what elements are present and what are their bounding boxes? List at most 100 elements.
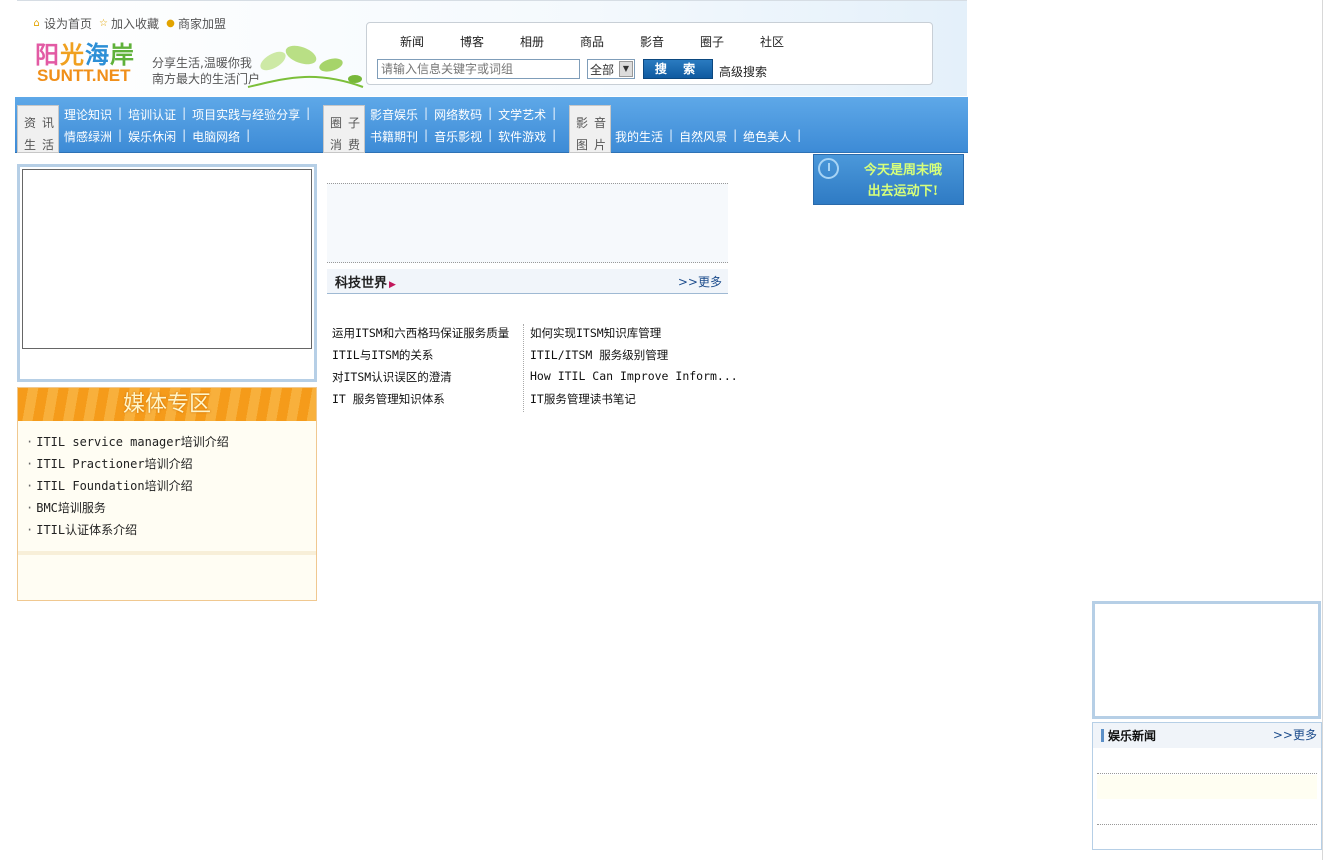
nav-separator: | xyxy=(424,128,429,142)
logo-chinese-mark: 阳光海岸 xyxy=(35,35,135,70)
search-input[interactable] xyxy=(377,59,580,79)
set-homepage-label: 设为首页 xyxy=(44,17,93,31)
triangle-right-icon: ▶ xyxy=(389,280,396,290)
nav-separator: | xyxy=(118,106,123,120)
tech-column-divider xyxy=(523,324,524,412)
site-header: ⌂ 设为首页 ☆ 加入收藏 ● 商家加盟 阳光海岸 SUNTT.NET 分享生活… xyxy=(17,0,967,96)
weekend-line-2: 出去运动下! xyxy=(867,184,939,199)
advanced-search-link[interactable]: 高级搜索 xyxy=(719,63,767,80)
nav-item-literature[interactable]: 文学艺术 xyxy=(498,106,546,123)
nav-item-beauty[interactable]: 绝色美人 xyxy=(743,128,791,145)
logo-char: 阳 xyxy=(35,40,60,69)
search-scope-value: 全部 xyxy=(590,62,615,77)
nav-item-projects[interactable]: 项目实践与经验分享 xyxy=(192,106,300,123)
logo-english: SUNTT.NET xyxy=(37,66,131,85)
nav-separator: | xyxy=(797,128,802,142)
nav-item-emotion[interactable]: 情感绿洲 xyxy=(64,128,112,145)
set-homepage-link[interactable]: ⌂ 设为首页 xyxy=(31,15,92,32)
nav-separator: | xyxy=(488,128,493,142)
tech-world-header: 科技世界 ▶ >>更多 xyxy=(327,269,728,294)
tech-world-title: 科技世界 ▶ xyxy=(335,272,396,291)
star-icon: ☆ xyxy=(99,18,108,29)
right-ad-frame[interactable] xyxy=(1092,601,1321,719)
left-ad-placeholder[interactable] xyxy=(22,169,312,349)
media-item[interactable]: ITIL Foundation培训介绍 xyxy=(26,477,316,499)
weekend-line-1: 今天是周末哦 xyxy=(863,163,942,178)
search-tab-blog[interactable]: 博客 xyxy=(459,33,485,50)
search-tab-community[interactable]: 社区 xyxy=(759,33,785,50)
merchant-join-link[interactable]: ● 商家加盟 xyxy=(165,15,226,32)
nav-label-char: 图 xyxy=(575,138,588,152)
tech-world-more-link[interactable]: >>更多 xyxy=(678,273,722,290)
tech-article-link[interactable]: 如何实现ITSM知识库管理 xyxy=(530,325,738,347)
add-favorite-link[interactable]: ☆ 加入收藏 xyxy=(98,15,159,32)
search-tab-news[interactable]: 新闻 xyxy=(399,33,425,50)
tech-article-link[interactable]: ITIL/ITSM 服务级别管理 xyxy=(530,347,738,369)
nav-separator: | xyxy=(118,128,123,142)
nav-label-char: 生 xyxy=(23,138,36,152)
tech-article-list-right: 如何实现ITSM知识库管理 ITIL/ITSM 服务级别管理 How ITIL … xyxy=(530,325,738,413)
nav-item-av[interactable]: 影音娱乐 xyxy=(370,106,418,123)
media-item[interactable]: ITIL认证体系介绍 xyxy=(26,521,316,543)
nav-label-char: 圈 xyxy=(329,116,342,130)
weekend-banner[interactable]: 今天是周末哦 出去运动下! xyxy=(813,154,964,205)
nav-label-char: 活 xyxy=(41,138,54,152)
nav-label-char: 子 xyxy=(347,116,360,130)
entertainment-news-more-link[interactable]: >>更多 xyxy=(1273,726,1317,743)
tech-article-link[interactable]: How ITIL Can Improve Inform... xyxy=(530,369,738,391)
nav-item-leisure[interactable]: 娱乐休闲 xyxy=(128,128,176,145)
media-zone-divider xyxy=(18,551,316,555)
tech-article-link[interactable]: 对ITSM认识误区的澄清 xyxy=(332,369,509,391)
home-icon: ⌂ xyxy=(33,18,40,29)
page: ⌂ 设为首页 ☆ 加入收藏 ● 商家加盟 阳光海岸 SUNTT.NET 分享生活… xyxy=(0,0,1325,860)
bar-marker-icon xyxy=(1101,729,1104,742)
search-tab-media[interactable]: 影音 xyxy=(639,33,665,50)
nav-item-training[interactable]: 培训认证 xyxy=(128,106,176,123)
nav-label-char: 片 xyxy=(593,138,606,152)
media-item[interactable]: ITIL service manager培训介绍 xyxy=(26,433,316,455)
nav-item-software[interactable]: 软件游戏 xyxy=(498,128,546,145)
nav-item-books[interactable]: 书籍期刊 xyxy=(370,128,418,145)
clock-icon xyxy=(818,158,839,179)
divider xyxy=(1097,824,1317,825)
search-tab-goods[interactable]: 商品 xyxy=(579,33,605,50)
weekend-text: 今天是周末哦 出去运动下! xyxy=(844,160,962,202)
tech-article-link[interactable]: IT 服务管理知识体系 xyxy=(332,391,509,413)
middle-ad-banner[interactable] xyxy=(327,183,728,263)
nav-separator: | xyxy=(552,106,557,120)
logo-char: 光 xyxy=(60,40,85,69)
search-tab-album[interactable]: 相册 xyxy=(519,33,545,50)
search-scope-select[interactable]: 全部 ▼ xyxy=(587,59,635,79)
nav-row: 书籍期刊 | 音乐影视 | 软件游戏 | xyxy=(370,128,562,145)
nav-label-char: 消 xyxy=(329,138,342,152)
search-button[interactable]: 搜 索 xyxy=(643,59,713,79)
tech-article-link[interactable]: IT服务管理读书笔记 xyxy=(530,391,738,413)
nav-item-digital[interactable]: 网络数码 xyxy=(434,106,482,123)
media-item[interactable]: BMC培训服务 xyxy=(26,499,316,521)
nav-item-computer[interactable]: 电脑网络 xyxy=(192,128,240,145)
nav-item-scenery[interactable]: 自然风景 xyxy=(679,128,727,145)
nav-item-my-life[interactable]: 我的生活 xyxy=(615,128,663,145)
media-zone-list: ITIL service manager培训介绍 ITIL Practioner… xyxy=(18,421,316,543)
nav-group-label-av-pictures: 影 音 图 片 xyxy=(569,105,611,153)
tech-article-link[interactable]: 运用ITSM和六西格玛保证服务质量 xyxy=(332,325,509,347)
leaf-decoration-icon xyxy=(247,45,364,88)
add-favorite-label: 加入收藏 xyxy=(111,17,160,31)
logo-char: 岸 xyxy=(110,40,135,69)
site-logo[interactable]: 阳光海岸 SUNTT.NET 分享生活,温暖你我 南方最大的生活门户 xyxy=(35,35,365,91)
nav-item-theory[interactable]: 理论知识 xyxy=(64,106,112,123)
nav-separator: | xyxy=(488,106,493,120)
nav-item-music-film[interactable]: 音乐影视 xyxy=(434,128,482,145)
media-item[interactable]: ITIL Practioner培训介绍 xyxy=(26,455,316,477)
left-ad-frame xyxy=(17,164,317,382)
tech-article-link[interactable]: ITIL与ITSM的关系 xyxy=(332,347,509,369)
nav-label-char: 费 xyxy=(347,138,360,152)
nav-label-char: 影 xyxy=(575,116,588,130)
entertainment-news-header: 娱乐新闻 >>更多 xyxy=(1093,723,1321,748)
nav-separator: | xyxy=(182,128,187,142)
nav-separator: | xyxy=(733,128,738,142)
search-tabs: 新闻 博客 相册 商品 影音 圈子 社区 xyxy=(399,33,785,50)
search-tab-circle[interactable]: 圈子 xyxy=(699,33,725,50)
media-zone-panel: 媒体专区 ITIL service manager培训介绍 ITIL Pract… xyxy=(17,387,317,601)
tech-world-title-text: 科技世界 xyxy=(335,276,388,291)
